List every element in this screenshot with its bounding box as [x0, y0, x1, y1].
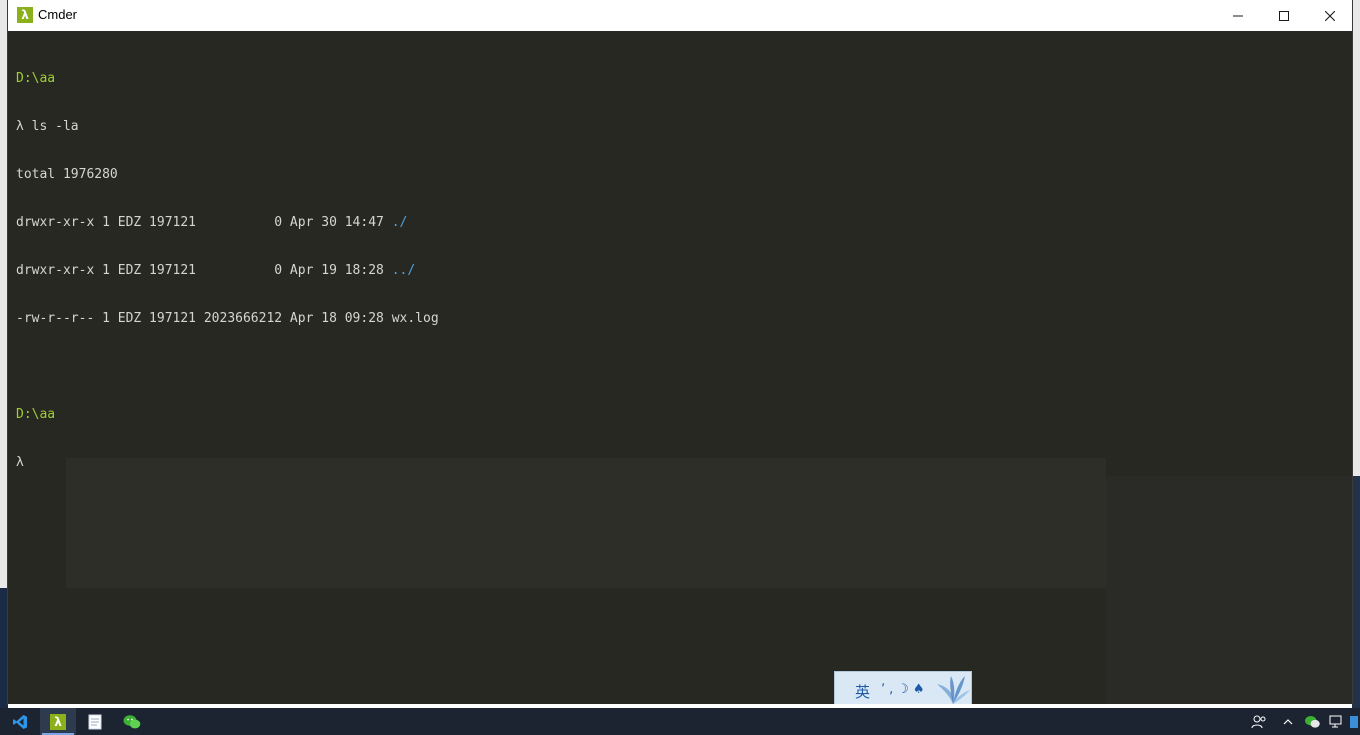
window-title: Cmder	[38, 7, 78, 22]
title-bar[interactable]: λ Cmder	[8, 0, 1352, 31]
terminal-line-path: D:\aa	[16, 407, 56, 422]
taskbar-app-notepad[interactable]	[77, 708, 113, 735]
desktop-background-left-lower	[0, 588, 8, 708]
vscode-icon	[13, 714, 27, 729]
terminal-line-output: total 1976280	[16, 167, 118, 182]
ime-toolbar[interactable]: 英 ʼ,☽♠	[834, 671, 972, 708]
directory-link[interactable]: ./	[392, 215, 408, 230]
cmder-icon: λ	[50, 713, 66, 730]
close-icon	[1325, 10, 1335, 21]
terminal-line-entry: drwxr-xr-x 1 EDZ 197121 0 Apr 30 14:47 .…	[16, 215, 408, 230]
people-icon[interactable]	[1248, 708, 1270, 735]
cmder-window: λ Cmder D:\aa λ ls -la total 1976280 drw…	[8, 0, 1352, 704]
chevron-up-icon[interactable]	[1277, 708, 1299, 735]
terminal-line-path: D:\aa	[16, 71, 56, 86]
lambda-icon: λ	[17, 7, 33, 23]
directory-link[interactable]: ../	[392, 263, 415, 278]
wechat-icon	[123, 714, 141, 728]
moon-icon[interactable]: ☽	[897, 682, 913, 697]
network-icon[interactable]	[1326, 708, 1348, 735]
notification-icon[interactable]	[1348, 708, 1360, 735]
minimize-button[interactable]	[1215, 0, 1261, 31]
minimize-icon	[1233, 15, 1243, 16]
ime-mode-toggle[interactable]: 英	[855, 681, 870, 702]
flower-icon	[937, 676, 970, 704]
file-name: wx.log	[391, 311, 439, 326]
taskbar-app-cmder[interactable]: λ	[40, 708, 76, 735]
terminal-line-entry: drwxr-xr-x 1 EDZ 197121 0 Apr 19 18:28 .…	[16, 263, 416, 278]
maximize-button[interactable]	[1261, 0, 1307, 31]
ime-icon-group: ʼ,☽♠	[881, 682, 929, 697]
punctuation-icon[interactable]: ʼ,	[881, 682, 897, 697]
terminal-output[interactable]: D:\aa λ ls -la total 1976280 drwxr-xr-x …	[8, 39, 1360, 704]
skin-icon[interactable]: ♠	[913, 682, 929, 697]
taskbar-app-vscode[interactable]	[2, 708, 38, 735]
terminal-line-command: λ ls -la	[16, 119, 79, 134]
terminal-line-prompt: λ	[16, 455, 24, 470]
taskbar: λ	[0, 708, 1360, 735]
wechat-tray-icon[interactable]	[1301, 708, 1323, 735]
notepad-icon	[88, 714, 102, 729]
maximize-icon	[1279, 10, 1289, 21]
terminal-line-entry: -rw-r--r-- 1 EDZ 197121 2023666212 Apr 1…	[16, 311, 439, 326]
taskbar-app-wechat[interactable]	[114, 708, 150, 735]
close-button[interactable]	[1307, 0, 1353, 31]
